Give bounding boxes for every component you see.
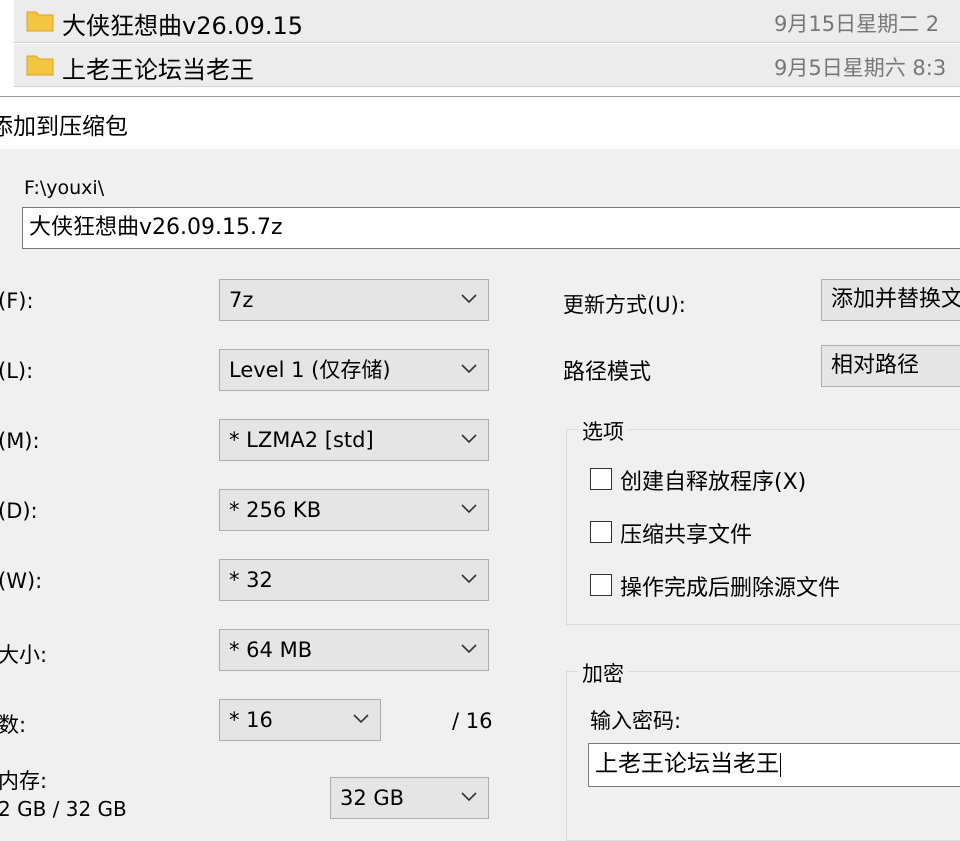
level-select[interactable]: Level 1 (仅存储) [219,349,489,391]
dictionary-value: * 256 KB [229,498,322,522]
text-caret [780,752,781,777]
create-sfx-checkbox[interactable] [590,468,612,490]
method-select[interactable]: * LZMA2 [std] [219,419,489,461]
threads-select[interactable]: * 16 [219,699,381,741]
path-mode-select[interactable]: 相对路径 [821,345,960,387]
file-name: 大侠狂想曲v26.09.15 [62,12,304,40]
memory-value: 32 GB [340,786,405,810]
word-size-label: (W): [0,569,43,593]
update-mode-value: 添加并替换文 [831,287,960,312]
level-value: Level 1 (仅存储) [229,358,391,382]
memory-select[interactable]: 32 GB [330,777,489,819]
encryption-group-title: 加密 [578,658,628,688]
threads-max: / 16 [452,709,493,733]
chevron-down-icon [461,294,477,304]
format-value: 7z [229,288,254,312]
explorer-file-list: 大侠狂想曲v26.09.15 9月15日星期二 2 上老王论坛当老王 9月5日星… [0,0,960,96]
solid-block-select[interactable]: * 64 MB [219,629,489,671]
chevron-down-icon [353,714,369,724]
memory-usage: 2 GB / 32 GB [0,797,127,821]
archive-path-label: F:\youxi\ [24,177,105,199]
word-size-value: * 32 [229,568,273,592]
add-to-archive-dialog: 添加到压缩包 F:\youxi\ 大侠狂想曲v26.09.15.7z (F): … [0,96,960,841]
method-label: (M): [0,429,40,453]
chevron-down-icon [461,364,477,374]
chevron-down-icon [461,792,477,802]
update-mode-select[interactable]: 添加并替换文 [821,279,960,321]
level-label: (L): [0,359,34,383]
chevron-down-icon [461,434,477,444]
chevron-down-icon [461,574,477,584]
delete-after-checkbox[interactable] [590,574,612,596]
update-mode-label: 更新方式(U): [563,293,686,317]
chevron-down-icon [461,644,477,654]
file-name: 上老王论坛当老王 [62,56,254,84]
dictionary-select[interactable]: * 256 KB [219,489,489,531]
file-row[interactable]: 上老王论坛当老王 9月5日星期六 8:3 [14,44,960,87]
method-value: * LZMA2 [std] [229,428,374,452]
file-date: 9月15日星期二 2 [774,12,940,36]
compress-shared-label[interactable]: 压缩共享文件 [620,517,752,549]
folder-icon [26,55,54,76]
chevron-down-icon [461,504,477,514]
file-row[interactable]: 大侠狂想曲v26.09.15 9月15日星期二 2 [14,0,960,43]
create-sfx-label[interactable]: 创建自释放程序(X) [620,464,806,496]
threads-value: * 16 [229,708,273,732]
file-date: 9月5日星期六 8:3 [774,56,947,80]
options-group-title: 选项 [578,416,628,446]
dictionary-label: (D): [0,499,38,523]
password-input[interactable]: 上老王论坛当老王 [588,743,960,787]
word-size-select[interactable]: * 32 [219,559,489,601]
format-select[interactable]: 7z [219,279,489,321]
delete-after-label[interactable]: 操作完成后删除源文件 [620,570,840,602]
format-label: (F): [0,289,34,313]
threads-label: 数: [0,713,27,737]
solid-block-value: * 64 MB [229,638,313,662]
compress-shared-checkbox[interactable] [590,521,612,543]
path-mode-value: 相对路径 [831,353,920,378]
password-value: 上老王论坛当老王 [595,751,779,777]
memory-label: 内存: [0,769,48,793]
password-label: 输入密码: [590,709,682,733]
dialog-title: 添加到压缩包 [0,114,128,140]
path-mode-label: 路径模式 [563,360,652,385]
archive-name-input[interactable]: 大侠狂想曲v26.09.15.7z [22,207,960,249]
folder-icon [26,11,54,32]
dialog-titlebar[interactable]: 添加到压缩包 [0,97,960,149]
solid-block-label: 大小: [0,643,48,667]
